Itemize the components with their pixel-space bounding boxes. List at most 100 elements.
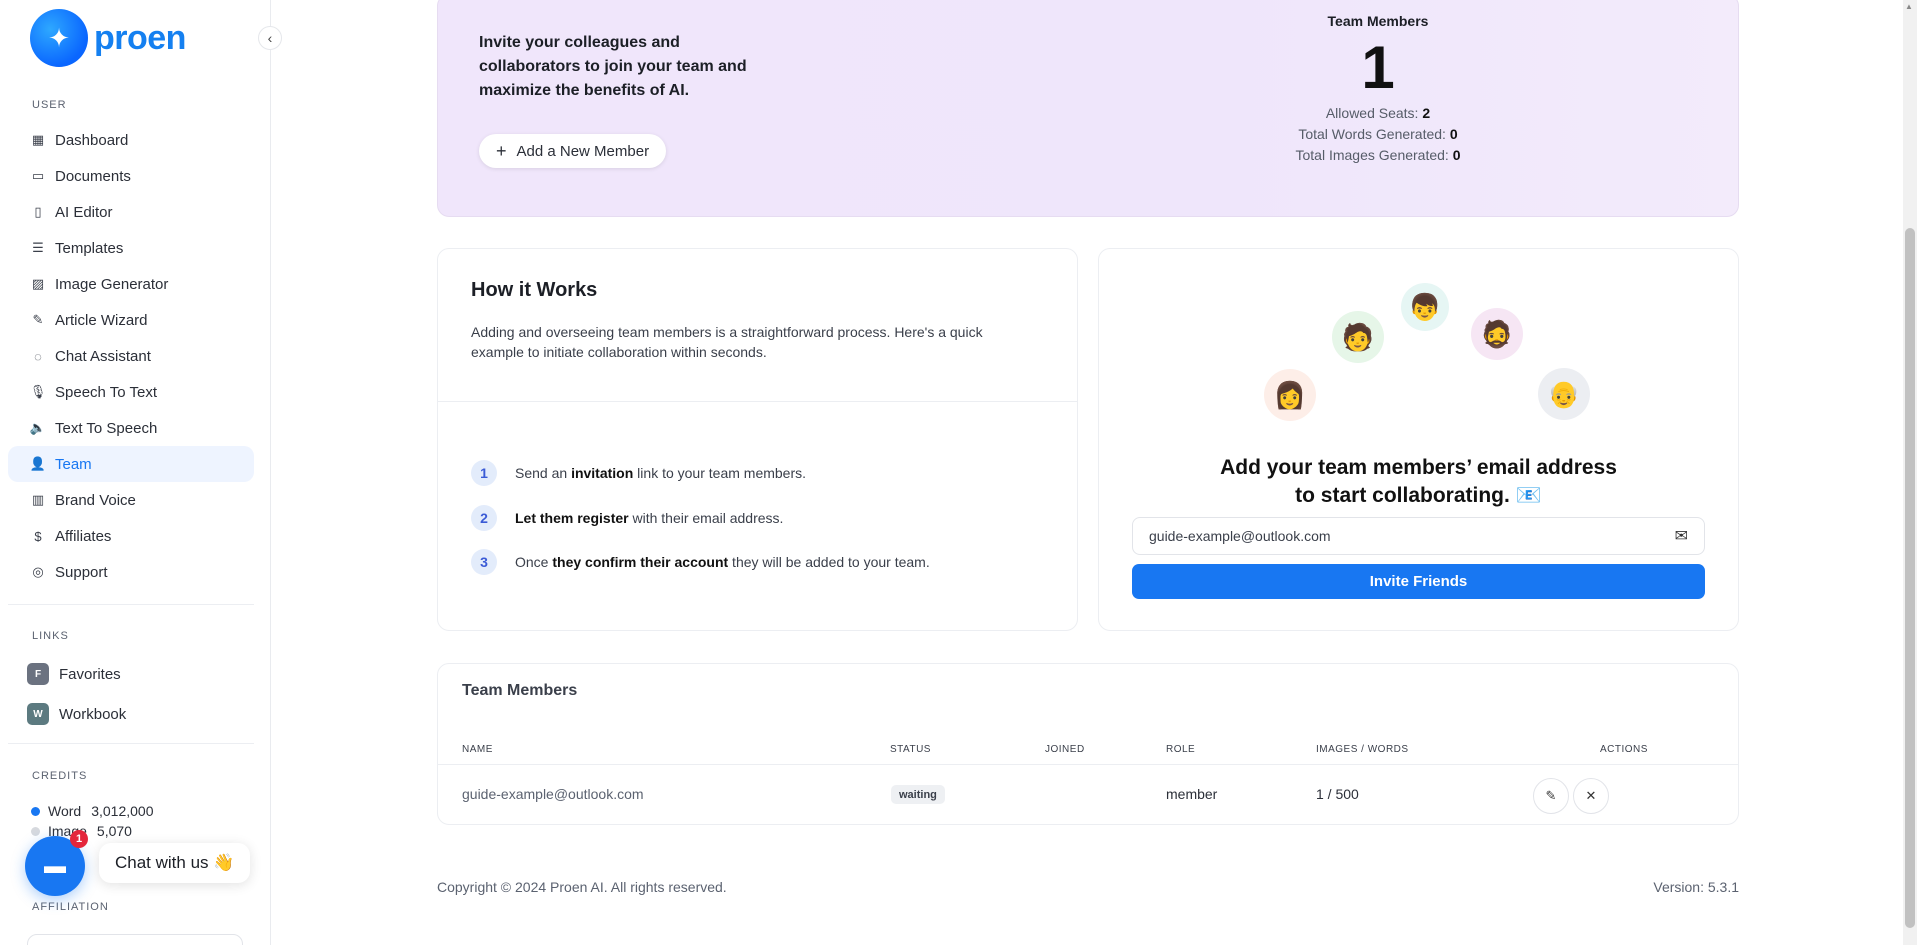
sidebar-item-label: Support <box>55 563 108 581</box>
sidebar-item-label: Speech To Text <box>55 383 158 401</box>
sidebar-item-ai-editor[interactable]: ▯ AI Editor <box>8 194 254 230</box>
chat-icon: ▬ <box>44 853 66 878</box>
sidebar-item-text-to-speech[interactable]: 🔈 Text To Speech <box>8 410 254 446</box>
remove-member-button[interactable]: ✕ <box>1573 778 1609 814</box>
sidebar-item-affiliates[interactable]: $ Affiliates <box>8 518 254 554</box>
invite-heading-line1: Add your team members’ email address <box>1220 456 1617 479</box>
credit-word: Word 3,012,000 <box>31 803 154 819</box>
column-header-images-words: IMAGES / WORDS <box>1316 744 1409 755</box>
link-workbook[interactable]: W Workbook <box>27 703 126 725</box>
team-members-table: Team Members NAME STATUS JOINED ROLE IMA… <box>437 663 1739 825</box>
file-edit-icon: ✎ <box>32 312 44 327</box>
step-number: 1 <box>471 460 497 486</box>
step-number: 2 <box>471 505 497 531</box>
sidebar-item-team[interactable]: 👤 Team <box>8 446 254 482</box>
file-text-icon: ☰ <box>32 240 44 255</box>
sidebar-item-chat-assistant[interactable]: ◌ Chat Assistant <box>8 338 254 374</box>
scrollbar-thumb[interactable] <box>1905 228 1915 928</box>
avatar-man-cap-icon: 🧑 <box>1332 311 1384 363</box>
table-divider <box>438 764 1738 765</box>
sidebar: ✦ proen USER ▦ Dashboard ▭ Documents ▯ AI E… <box>0 0 271 945</box>
invite-email-input[interactable]: guide-example@outlook.com ✉ <box>1132 517 1705 555</box>
team-members-table-title: Team Members <box>462 682 578 699</box>
pencil-icon: ✎ <box>1545 788 1557 803</box>
member-email: guide-example@outlook.com <box>462 786 644 802</box>
speaker-icon: 🔈 <box>29 420 47 435</box>
sparkle-icon: ✦ <box>30 9 88 67</box>
sidebar-item-label: Dashboard <box>55 131 129 149</box>
step-2: 2 Let them register with their email add… <box>471 505 783 531</box>
user-plus-icon: 👤 <box>29 456 47 471</box>
step-1: 1 Send an invitation link to your team m… <box>471 460 806 486</box>
scroll-up-arrow-icon[interactable]: ▲ <box>1905 2 1913 11</box>
sidebar-item-speech-to-text[interactable]: 🎙 Speech To Text <box>8 374 254 410</box>
word-dot-icon <box>31 806 40 816</box>
link-label: Workbook <box>59 705 127 723</box>
team-hero-banner: Invite your colleagues and collaborators… <box>437 0 1739 217</box>
sidebar-item-brand-voice[interactable]: ▥ Brand Voice <box>8 482 254 518</box>
sidebar-item-label: Affiliates <box>55 527 112 545</box>
member-usage: 1 / 500 <box>1316 786 1359 802</box>
book-icon: ▯ <box>34 204 42 219</box>
step-text: Let them register with their email addre… <box>515 510 784 526</box>
image-dot-icon <box>31 826 40 836</box>
collapse-sidebar-button[interactable]: ‹ <box>258 26 282 50</box>
step-3: 3 Once they confirm their account they w… <box>471 549 930 575</box>
chat-with-us-bubble[interactable]: Chat with us 👋 <box>99 843 251 883</box>
status-badge: waiting <box>891 785 945 804</box>
sidebar-item-label: Team <box>55 455 92 473</box>
total-words: Total Words Generated: 0 <box>1258 124 1498 145</box>
add-member-button[interactable]: + Add a New Member <box>479 134 667 168</box>
step-number: 3 <box>471 549 497 575</box>
member-role: member <box>1166 786 1218 802</box>
brand-logo[interactable]: ✦ proen <box>30 9 186 67</box>
column-header-joined: JOINED <box>1045 744 1085 755</box>
lifebuoy-icon: ◎ <box>32 564 44 579</box>
close-icon: ✕ <box>1585 788 1597 803</box>
column-header-actions: ACTIONS <box>1600 744 1648 755</box>
sidebar-item-label: Image Generator <box>55 275 169 293</box>
total-words-value: 0 <box>1449 126 1458 142</box>
invite-email-value: guide-example@outlook.com <box>1149 528 1331 544</box>
link-favorites[interactable]: F Favorites <box>27 663 121 685</box>
message-circle-icon: ◌ <box>34 348 42 364</box>
column-header-role: ROLE <box>1166 744 1196 755</box>
allowed-seats-value: 2 <box>1422 105 1431 121</box>
total-images-label: Total Images Generated: <box>1295 147 1449 163</box>
sidebar-item-article-wizard[interactable]: ✎ Article Wizard <box>8 302 254 338</box>
invite-friends-button[interactable]: Invite Friends <box>1132 564 1705 599</box>
avatar-older-man-icon: 👴 <box>1538 368 1590 420</box>
total-images-value: 0 <box>1452 147 1461 163</box>
sidebar-item-image-generator[interactable]: ▨ Image Generator <box>8 266 254 302</box>
how-it-works-title: How it Works <box>471 279 598 301</box>
image-icon: ▨ <box>31 276 45 291</box>
sidebar-item-templates[interactable]: ☰ Templates <box>8 230 254 266</box>
total-words-label: Total Words Generated: <box>1298 126 1446 142</box>
how-it-works-card: How it Works Adding and overseeing team … <box>437 248 1078 631</box>
affiliation-input[interactable] <box>27 934 243 945</box>
footer-version: Version: 5.3.1 <box>1653 879 1739 895</box>
avatar-man-purple-cap-icon: 🧔 <box>1471 308 1523 360</box>
archive-icon: ▭ <box>31 168 45 183</box>
section-label-links: LINKS <box>32 630 69 642</box>
plus-icon: + <box>496 140 507 161</box>
sidebar-item-label: Article Wizard <box>55 311 148 329</box>
column-header-status: STATUS <box>890 744 931 755</box>
sidebar-divider <box>8 604 254 605</box>
section-label-affiliation: AFFILIATION <box>32 901 109 913</box>
sidebar-item-dashboard[interactable]: ▦ Dashboard <box>8 122 254 158</box>
dashboard-icon: ▦ <box>31 132 45 147</box>
chat-unread-badge: 1 <box>70 830 88 848</box>
workbook-badge: W <box>27 703 49 725</box>
sidebar-item-support[interactable]: ◎ Support <box>8 554 254 590</box>
column-header-name: NAME <box>462 744 493 755</box>
sidebar-item-documents[interactable]: ▭ Documents <box>8 158 254 194</box>
avatar-woman-glasses-icon: 👩 <box>1264 369 1316 421</box>
credit-value: 5,070 <box>96 823 132 839</box>
sidebar-item-label: AI Editor <box>55 203 113 221</box>
how-it-works-description: Adding and overseeing team members is a … <box>471 324 983 360</box>
invite-card: 👩 🧑 👦 🧔 👴 Add your team members’ email a… <box>1098 248 1739 631</box>
avatar-boy-icon: 👦 <box>1401 283 1449 331</box>
card-divider <box>438 401 1077 402</box>
edit-member-button[interactable]: ✎ <box>1533 778 1569 814</box>
